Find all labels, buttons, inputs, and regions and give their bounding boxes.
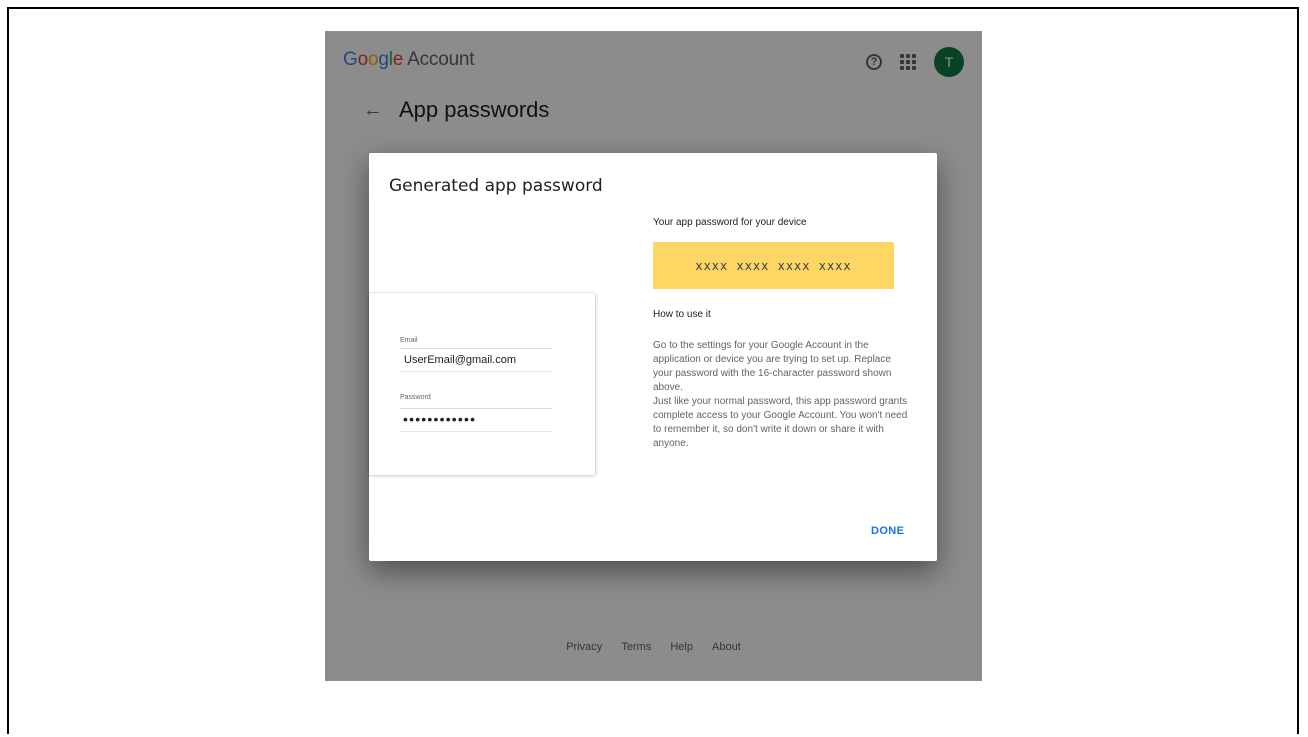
app-password-box[interactable]: xxxx xxxx xxxx xxxx — [653, 242, 894, 289]
app-password-label: Your app password for your device — [653, 217, 807, 228]
app-password-value[interactable]: xxxx xxxx xxxx xxxx — [695, 259, 851, 273]
email-value: UserEmail@gmail.com — [404, 354, 517, 366]
how-to-use-text: Go to the settings for your Google Accou… — [653, 339, 913, 451]
login-illustration-card: Email UserEmail@gmail.com Password •••••… — [369, 293, 595, 475]
password-mask: •••••••••••• — [403, 411, 477, 427]
password-field: •••••••••••• — [400, 408, 552, 432]
password-label: Password — [400, 394, 431, 401]
dialog-title: Generated app password — [389, 176, 603, 196]
email-field: UserEmail@gmail.com — [400, 348, 552, 372]
done-button[interactable]: DONE — [867, 523, 908, 539]
generated-password-dialog: Generated app password Email UserEmail@g… — [369, 153, 937, 561]
email-label: Email — [400, 337, 418, 344]
how-to-paragraph-1: Go to the settings for your Google Accou… — [653, 340, 892, 393]
how-to-use-heading: How to use it — [653, 309, 711, 320]
how-to-paragraph-2: Just like your normal password, this app… — [653, 396, 908, 449]
